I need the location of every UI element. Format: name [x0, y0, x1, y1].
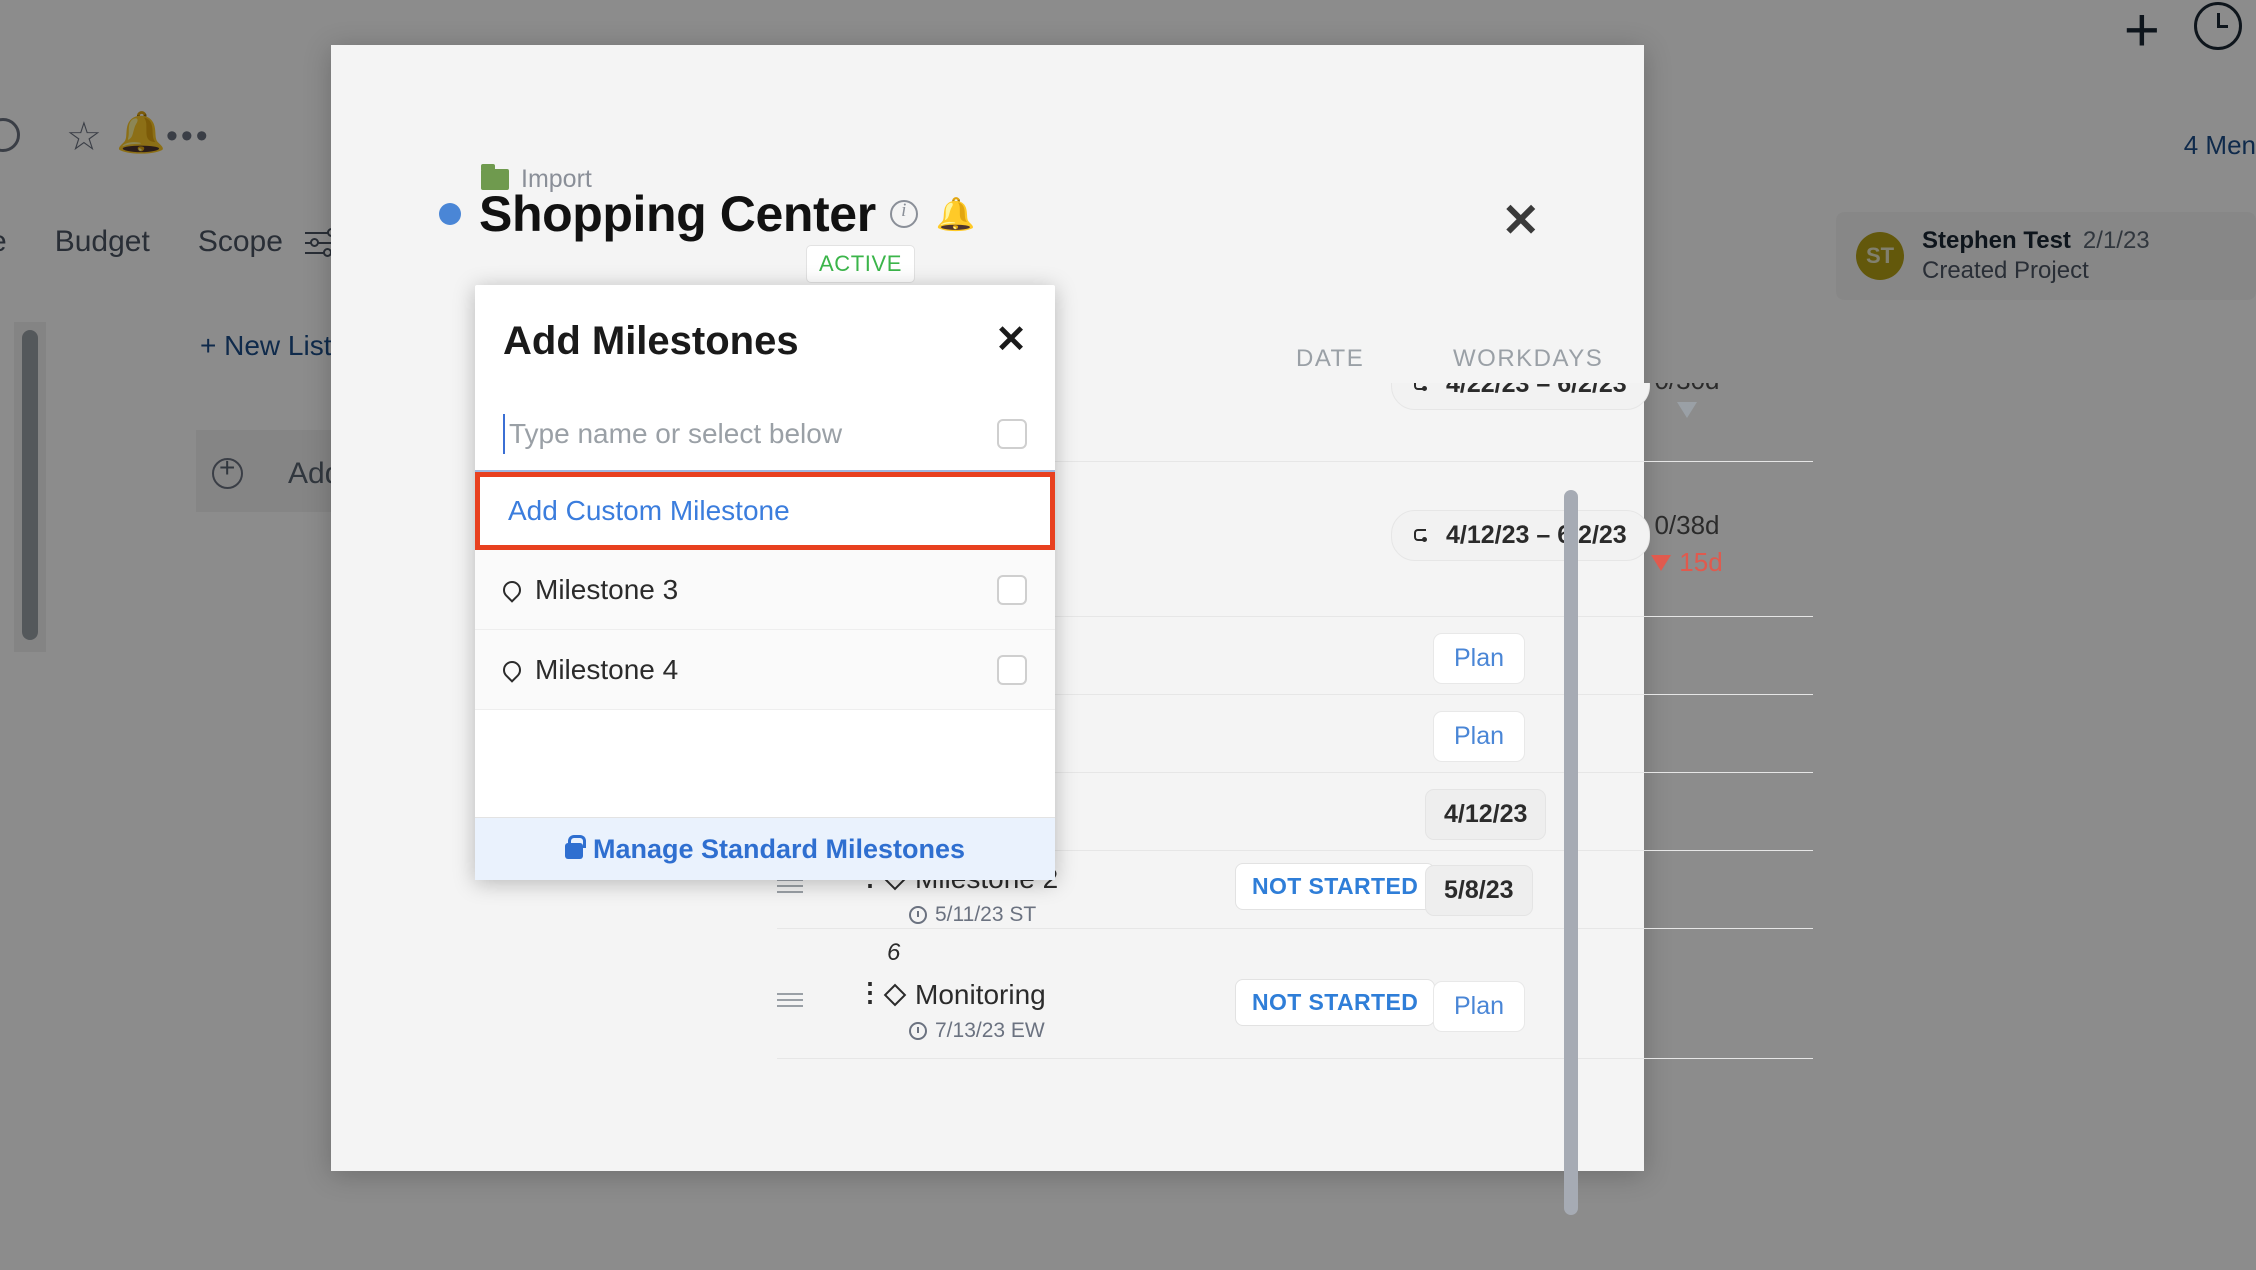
notification-bell-icon[interactable]: 🔔 — [936, 198, 976, 230]
date-pill[interactable]: 4/12/23 — [1425, 789, 1547, 840]
project-header: Shopping Center 🔔 — [439, 185, 976, 243]
list-item[interactable]: Milestone 3 — [475, 550, 1055, 630]
row-history-value: 5/11/23 ST — [935, 903, 1037, 926]
date-range-value: 4/12/23 – 6/2/23 — [1446, 521, 1627, 549]
info-icon[interactable] — [889, 200, 918, 228]
milestone-pin-icon — [499, 576, 525, 603]
warning-triangle-icon — [1651, 554, 1672, 571]
history-icon — [909, 1022, 927, 1040]
popup-header: Add Milestones ✕ — [475, 285, 1055, 397]
plan-button[interactable]: Plan — [1433, 711, 1526, 762]
workdays-cell: 0/30d — [1617, 383, 1757, 418]
add-custom-milestone-label: Add Custom Milestone — [508, 495, 790, 526]
milestone-label: Milestone 4 — [535, 653, 679, 685]
link-icon — [1414, 383, 1430, 394]
row-name: Monitoring — [915, 979, 1046, 1010]
workdays-warning-value: 15d — [1679, 547, 1723, 577]
search-input[interactable] — [503, 413, 933, 454]
workdays-value: 0/30d — [1617, 383, 1757, 396]
close-icon[interactable]: ✕ — [1501, 197, 1540, 243]
history-icon — [909, 906, 927, 924]
modal-scrollbar-thumb[interactable] — [1564, 490, 1578, 1215]
table-row-end — [777, 1058, 1813, 1084]
row-number: 6 — [887, 939, 901, 966]
date-range-pill[interactable]: 4/12/23 – 6/2/23 — [1391, 510, 1650, 561]
link-icon — [1414, 527, 1430, 545]
manage-standard-milestones-label: Manage Standard Milestones — [592, 833, 966, 864]
status-badge: ACTIVE — [806, 245, 916, 283]
project-status-dot-icon — [439, 203, 461, 225]
date-pill[interactable]: 5/8/23 — [1425, 865, 1533, 916]
list-item[interactable]: Milestone 4 — [475, 630, 1055, 710]
table-row[interactable]: 6 ⋮ Monitoring 7/13/23 EW NOT STARTED Pl… — [777, 928, 1813, 1058]
row-history: 7/13/23 EW — [909, 1019, 1046, 1043]
row-history: 5/11/23 ST — [909, 903, 1058, 927]
workdays-flag — [1617, 402, 1757, 418]
milestone-pin-icon — [499, 656, 525, 683]
drag-handle[interactable] — [777, 989, 813, 1011]
workdays-cell: 0/38d 15d — [1617, 510, 1757, 578]
select-all-checkbox[interactable] — [997, 419, 1027, 449]
popup-search-row — [475, 397, 1055, 472]
milestone-checkbox[interactable] — [997, 655, 1027, 685]
popup-title: Add Milestones — [503, 318, 799, 363]
status-button[interactable]: NOT STARTED — [1235, 863, 1436, 910]
milestone-checkbox[interactable] — [997, 575, 1027, 605]
milestone-diamond-icon — [883, 983, 907, 1007]
manage-standard-milestones-button[interactable]: Manage Standard Milestones — [475, 817, 1055, 880]
milestone-options-list: Add Custom Milestone Milestone 3 Milesto… — [475, 472, 1055, 817]
milestone-label: Milestone 3 — [535, 573, 679, 605]
row-history-value: 7/13/23 EW — [935, 1019, 1045, 1042]
add-custom-milestone-option[interactable]: Add Custom Milestone — [475, 472, 1055, 550]
date-range-pill[interactable]: 4/22/23 – 6/2/23 — [1391, 383, 1650, 410]
row-menu-icon[interactable]: ⋮ — [857, 979, 883, 1005]
date-range-value: 4/22/23 – 6/2/23 — [1446, 383, 1627, 398]
row-name-cell: Monitoring 7/13/23 EW — [883, 979, 1046, 1043]
page-title: Shopping Center — [479, 186, 876, 242]
add-milestones-popup: Add Milestones ✕ Add Custom Milestone Mi… — [475, 285, 1055, 880]
column-header-workdays: WORKDAYS — [1453, 345, 1604, 372]
close-icon[interactable]: ✕ — [995, 321, 1027, 359]
lock-icon — [564, 835, 586, 859]
list-empty-space — [475, 710, 1055, 817]
workdays-value: 0/38d — [1654, 510, 1720, 540]
plan-button[interactable]: Plan — [1433, 981, 1526, 1032]
status-button[interactable]: NOT STARTED — [1235, 979, 1436, 1026]
plan-button[interactable]: Plan — [1433, 633, 1526, 684]
column-header-date: DATE — [1296, 345, 1365, 372]
warning-triangle-icon — [1677, 402, 1697, 418]
workdays-warning: 15d — [1617, 547, 1757, 578]
